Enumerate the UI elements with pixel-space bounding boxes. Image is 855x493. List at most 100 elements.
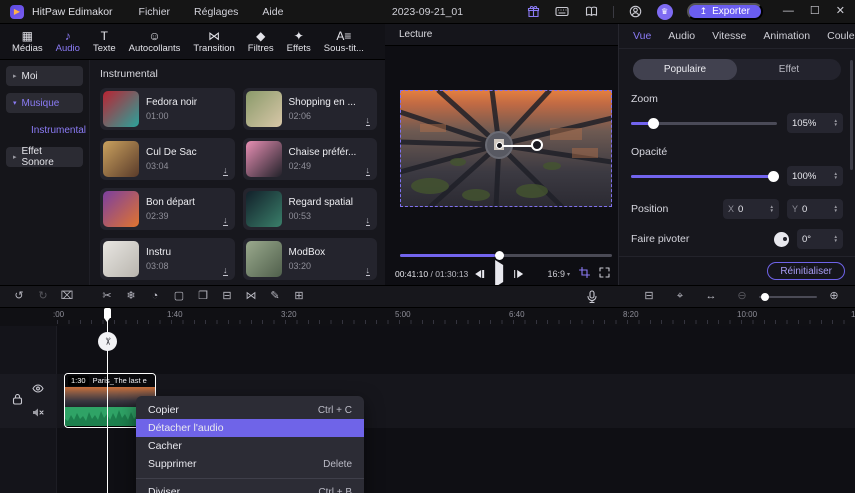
properties-tab[interactable]: Vue bbox=[633, 30, 651, 42]
sidebar-item[interactable]: ▸ Moi bbox=[6, 66, 83, 86]
media-tab[interactable]: ◆ Filtres bbox=[248, 30, 274, 54]
sidebar-item[interactable]: ▾ Musique bbox=[6, 93, 83, 113]
play-button[interactable] bbox=[494, 260, 503, 287]
download-icon[interactable]: ↓ bbox=[223, 216, 228, 226]
lock-icon[interactable] bbox=[12, 392, 23, 410]
redo-icon[interactable]: ↻ bbox=[34, 291, 52, 302]
freeze-frame-icon[interactable]: ❄ bbox=[122, 291, 140, 302]
audio-item-card[interactable]: Cul De Sac 03:04 ↓ bbox=[100, 138, 235, 180]
undo-icon[interactable]: ↺ bbox=[10, 291, 28, 302]
timeline-ruler[interactable]: :00 1:40 3:20 5:00 6:40 8:20 10:00 11:40 bbox=[0, 308, 855, 326]
gift-icon[interactable] bbox=[526, 4, 541, 19]
media-tab[interactable]: ♪ Audio bbox=[56, 30, 80, 54]
user-avatar[interactable]: ♛ bbox=[656, 3, 673, 20]
segment-option[interactable]: Populaire bbox=[633, 59, 737, 80]
opacity-value-field[interactable]: 100% ▲ ▼ bbox=[787, 166, 843, 186]
media-tab[interactable]: T Texte bbox=[93, 30, 116, 54]
timeline-zoom-slider[interactable] bbox=[759, 292, 817, 301]
menu-item[interactable]: Réglages bbox=[194, 6, 238, 18]
speed-icon[interactable]: ◔ bbox=[146, 291, 164, 302]
progress-thumb[interactable] bbox=[495, 251, 505, 260]
anchor-point[interactable] bbox=[496, 142, 503, 149]
media-tab[interactable]: ✦ Effets bbox=[287, 30, 311, 54]
audio-item-card[interactable]: Fedora noir 01:00 ↓ bbox=[100, 88, 235, 130]
playback-progress-bar[interactable] bbox=[400, 251, 612, 260]
stepper-arrows[interactable]: ▲ ▼ bbox=[834, 171, 838, 181]
preview-video-frame[interactable] bbox=[400, 90, 612, 207]
media-tab[interactable]: ☺ Autocollants bbox=[129, 30, 181, 54]
context-menu-item[interactable]: Copier Ctrl + C bbox=[136, 401, 364, 419]
draw-icon[interactable]: ✎ bbox=[266, 291, 284, 302]
minimize-button[interactable]: — bbox=[783, 6, 794, 17]
position-x-field[interactable]: X 0 ▲ ▼ bbox=[723, 199, 779, 219]
context-menu-item[interactable]: Cacher bbox=[136, 437, 364, 455]
trash-icon[interactable]: ⌧ bbox=[58, 291, 76, 302]
audio-item-card[interactable]: Shopping en ... 02:06 ↓ bbox=[242, 88, 377, 130]
properties-scrollbar[interactable] bbox=[850, 60, 853, 170]
audio-item-card[interactable]: Instru 03:08 ↓ bbox=[100, 238, 235, 280]
reset-button[interactable]: Réinitialiser bbox=[767, 262, 845, 280]
close-button[interactable]: ✕ bbox=[836, 6, 845, 17]
stepper-arrows[interactable]: ▲ ▼ bbox=[834, 204, 838, 214]
copy-icon[interactable]: ❐ bbox=[194, 291, 212, 302]
timeline-zoom-out-icon[interactable]: ⊖ bbox=[733, 291, 751, 302]
properties-tab[interactable]: Audio bbox=[668, 30, 695, 42]
download-icon[interactable]: ↓ bbox=[365, 216, 370, 226]
track-visibility-eye-icon[interactable] bbox=[32, 380, 44, 398]
audio-item-card[interactable]: Chaise préfér... 02:49 ↓ bbox=[242, 138, 377, 180]
rotate-handle[interactable] bbox=[531, 139, 543, 151]
mask-icon[interactable]: ⊟ bbox=[218, 291, 236, 302]
properties-tab[interactable]: Vitesse bbox=[712, 30, 746, 42]
next-frame-button[interactable] bbox=[513, 270, 523, 278]
menu-item[interactable]: Aide bbox=[262, 6, 283, 18]
maximize-button[interactable]: ☐ bbox=[810, 6, 820, 17]
media-tab[interactable]: ⋈ Transition bbox=[193, 30, 234, 54]
download-icon[interactable]: ↓ bbox=[223, 266, 228, 276]
split-scissors-icon[interactable]: ✂ bbox=[98, 291, 116, 302]
segment-option[interactable]: Effet bbox=[737, 59, 841, 80]
track-mute-icon[interactable] bbox=[32, 404, 44, 422]
media-tab[interactable]: A≡ Sous-tit... bbox=[324, 30, 364, 54]
microphone-icon[interactable] bbox=[587, 290, 597, 303]
export-frame-icon[interactable]: ⊞ bbox=[290, 291, 308, 302]
previous-frame-button[interactable] bbox=[474, 270, 484, 278]
fullscreen-icon[interactable] bbox=[599, 265, 610, 283]
download-icon[interactable]: ↓ bbox=[223, 166, 228, 176]
context-menu-item[interactable]: Diviser Ctrl + B bbox=[136, 478, 364, 493]
context-menu-item[interactable]: Détacher l'audio bbox=[136, 419, 364, 437]
stepper-arrows[interactable]: ▲ ▼ bbox=[834, 118, 838, 128]
audio-item-card[interactable]: Regard spatial 00:53 ↓ bbox=[242, 188, 377, 230]
download-icon[interactable]: ↓ bbox=[365, 166, 370, 176]
menu-item[interactable]: Fichier bbox=[139, 6, 171, 18]
context-menu-item[interactable]: Supprimer Delete bbox=[136, 455, 364, 473]
audio-item-card[interactable]: ModBox 03:20 ↓ bbox=[242, 238, 377, 280]
crop-icon[interactable] bbox=[578, 265, 591, 283]
position-y-field[interactable]: Y 0 ▲ ▼ bbox=[787, 199, 843, 219]
download-icon[interactable]: ↓ bbox=[365, 116, 370, 126]
fit-timeline-icon[interactable]: ↔ bbox=[702, 291, 720, 302]
sidebar-item[interactable]: ▸ Effet Sonore bbox=[6, 146, 83, 168]
opacity-slider[interactable] bbox=[631, 170, 779, 182]
zoom-value-field[interactable]: 105% ▲ ▼ bbox=[787, 113, 843, 133]
crop-icon[interactable]: ▢ bbox=[170, 291, 188, 302]
properties-tab[interactable]: Couleur bbox=[827, 30, 855, 42]
guide-book-icon[interactable] bbox=[584, 4, 599, 19]
stepper-arrows[interactable]: ▲ ▼ bbox=[770, 204, 774, 214]
rotate-value-field[interactable]: 0° ▲ ▼ bbox=[797, 229, 843, 249]
aspect-ratio-select[interactable]: 16:9 ▾ bbox=[547, 269, 570, 279]
properties-tab[interactable]: Animation bbox=[763, 30, 810, 42]
zoom-slider[interactable] bbox=[631, 117, 777, 129]
media-tab[interactable]: ▦ Médias bbox=[12, 30, 43, 54]
export-button[interactable]: ↥ Exporter bbox=[686, 3, 763, 20]
timeline-zoom-in-icon[interactable]: ⊕ bbox=[825, 291, 843, 302]
mirror-clip-icon[interactable]: ⋈ bbox=[242, 291, 260, 302]
stepper-arrows[interactable]: ▲ ▼ bbox=[834, 234, 838, 244]
rotate-dial[interactable] bbox=[774, 231, 789, 247]
detach-tracks-icon[interactable]: ⊟ bbox=[640, 291, 658, 302]
shortcut-keyboard-icon[interactable] bbox=[555, 4, 570, 19]
zoom-slider-thumb[interactable] bbox=[647, 117, 659, 129]
opacity-slider-thumb[interactable] bbox=[767, 170, 779, 182]
account-icon[interactable] bbox=[628, 4, 643, 19]
audio-item-card[interactable]: Bon départ 02:39 ↓ bbox=[100, 188, 235, 230]
add-marker-icon[interactable]: ⌖ bbox=[671, 291, 689, 302]
